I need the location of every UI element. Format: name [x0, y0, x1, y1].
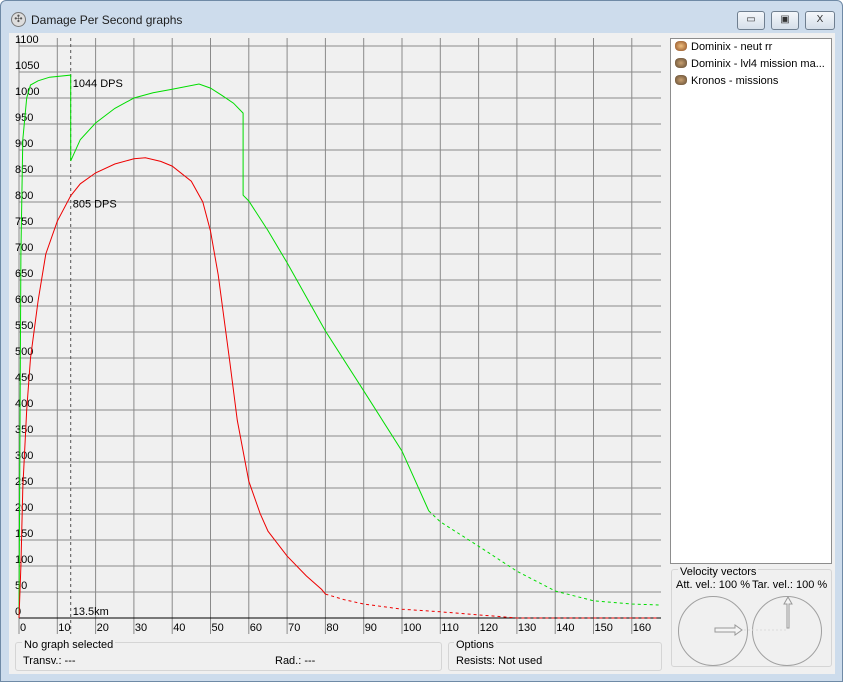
target-arrow-icon	[783, 595, 793, 629]
selection-info-group: No graph selected Transv.: --- Rad.: ---	[15, 639, 442, 671]
dps-graph-window: ✣ Damage Per Second graphs ▭ ▣ X 0 10 20 30…	[0, 0, 843, 682]
legend-item[interactable]: Dominix - lvl4 mission ma...	[671, 56, 831, 73]
y-tick-label: 700	[15, 242, 33, 254]
y-tick-label: 250	[15, 476, 33, 488]
x-tick-label: 130	[518, 622, 536, 634]
y-tick-label: 400	[15, 398, 33, 410]
dps-chart[interactable]: 0 10 20 30 40 50 60 70 80 90 100 110 120 130 140 150 160…	[9, 33, 669, 635]
x-tick-label: 80	[326, 622, 338, 634]
x-tick-label: 20	[97, 622, 109, 634]
x-tick-label: 10	[58, 622, 70, 634]
x-tick-label: 70	[288, 622, 300, 634]
y-tick-label: 900	[15, 138, 33, 150]
x-tick-label: 110	[441, 622, 459, 634]
dps-annotation: 1044 DPS	[73, 78, 123, 90]
radial-value: Rad.: ---	[275, 655, 316, 667]
ship-icon	[675, 41, 687, 51]
y-tick-label: 0	[15, 606, 21, 618]
x-tick-label: 150	[595, 622, 613, 634]
x-tick-label: 50	[212, 622, 224, 634]
options-title: Options	[454, 639, 496, 651]
resists-option[interactable]: Resists: Not used	[456, 655, 542, 667]
fit-list[interactable]: Dominix - neut rr Dominix - lvl4 mission…	[670, 38, 832, 564]
client-area: 0 10 20 30 40 50 60 70 80 90 100 110 120 130 140 150 160…	[9, 33, 835, 674]
legend-item[interactable]: Dominix - neut rr	[671, 39, 831, 56]
x-tick-label: 90	[365, 622, 377, 634]
y-tick-label: 850	[15, 164, 33, 176]
selection-title: No graph selected	[22, 639, 116, 651]
transversal-value: Transv.: ---	[23, 655, 76, 667]
x-tick-label: 120	[480, 622, 498, 634]
y-tick-label: 1100	[15, 34, 39, 46]
velocity-vectors-group: Velocity vectors Att. vel.: 100 % Tar. v…	[671, 566, 832, 667]
ship-icon	[675, 58, 687, 68]
y-tick-label: 350	[15, 424, 33, 436]
x-tick-label: 60	[250, 622, 262, 634]
attacker-arrow-icon	[714, 624, 743, 636]
y-tick-label: 1050	[15, 60, 39, 72]
x-tick-label: 0	[20, 622, 26, 634]
x-tick-label: 30	[135, 622, 147, 634]
y-tick-label: 550	[15, 320, 33, 332]
plot-background	[13, 38, 661, 634]
y-tick-label: 600	[15, 294, 33, 306]
app-icon: ✣	[11, 12, 26, 27]
y-tick-label: 200	[15, 502, 33, 514]
y-tick-label: 750	[15, 216, 33, 228]
y-tick-label: 800	[15, 190, 33, 202]
dps-annotation: 805 DPS	[73, 198, 117, 210]
x-tick-label: 100	[403, 622, 421, 634]
y-tick-label: 450	[15, 372, 33, 384]
x-tick-label: 160	[633, 622, 651, 634]
y-tick-label: 150	[15, 528, 33, 540]
y-tick-label: 50	[15, 580, 27, 592]
maximize-button[interactable]: ▣	[771, 11, 799, 30]
options-group: Options Resists: Not used	[448, 639, 662, 671]
x-tick-label: 140	[556, 622, 574, 634]
x-tick-label: 40	[173, 622, 185, 634]
vector-arrows	[714, 595, 793, 636]
close-button[interactable]: X	[805, 11, 835, 30]
minimize-button[interactable]: ▭	[737, 11, 765, 30]
y-tick-label: 650	[15, 268, 33, 280]
range-marker-label: 13.5km	[73, 606, 109, 618]
ship-icon	[675, 75, 687, 85]
legend-item[interactable]: Kronos - missions	[671, 73, 831, 90]
y-tick-label: 100	[15, 554, 33, 566]
window-title: Damage Per Second graphs	[31, 13, 183, 27]
